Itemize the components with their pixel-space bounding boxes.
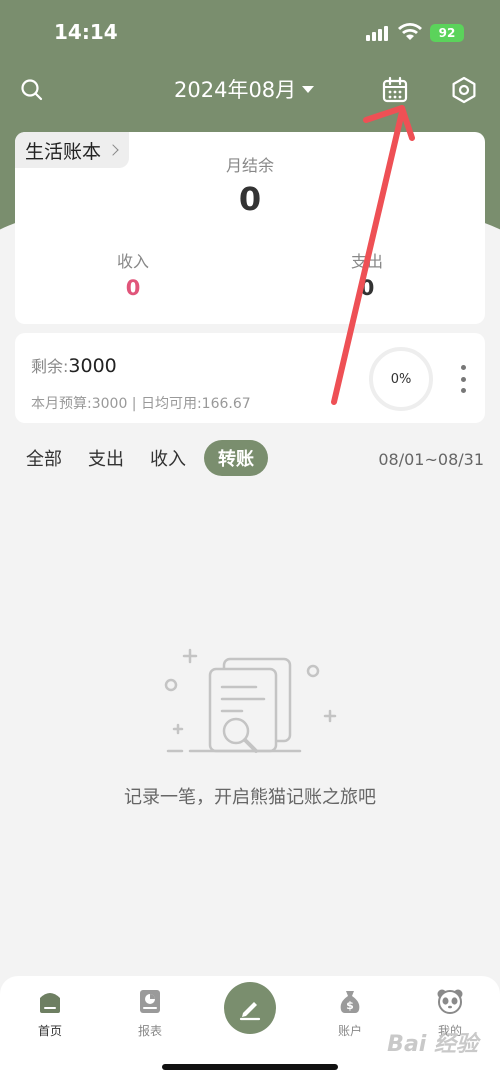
tab-transfer[interactable]: 转账 [204,440,268,476]
status-time: 14:14 [54,20,118,44]
budget-remaining: 剩余:3000 [31,353,117,377]
nav-home-label: 首页 [37,1024,62,1038]
expense-label: 支出 [350,252,383,271]
nav-reports-label: 报表 [137,1024,162,1038]
remain-value: 3000 [68,355,117,377]
income-label: 收入 [116,252,149,271]
nav-accounts[interactable]: $ 账户 [320,988,380,1039]
empty-document-icon [164,648,337,753]
summary-card: 生活账本 月结余 0 收入 0 支出 0 [15,132,485,324]
home-indicator [162,1064,338,1070]
income-value: 0 [125,276,141,300]
top-nav: 2024年08月 [0,68,500,112]
budget-progress-ring: 0% [369,347,433,411]
tab-income[interactable]: 收入 [142,441,194,475]
nav-home[interactable]: 首页 [20,988,80,1039]
money-bag-icon: $ [340,991,360,1013]
home-icon [40,993,60,1013]
tab-expense[interactable]: 支出 [80,441,132,475]
nav-reports[interactable]: 报表 [120,988,180,1039]
add-record-button[interactable] [224,982,276,1034]
empty-state-text: 记录一笔，开启熊猫记账之旅吧 [124,787,376,808]
watermark: Bai 经验 [387,1032,478,1057]
panda-icon [437,989,463,1014]
pencil-icon [239,1002,261,1021]
month-selector[interactable]: 2024年08月 [174,74,315,104]
expense-value: 0 [359,276,375,300]
status-bar: 14:14 92 [0,0,500,66]
budget-card[interactable]: 剩余:3000 本月预算:3000 | 日均可用:166.67 0% [15,333,485,423]
calendar-icon[interactable] [377,72,413,108]
wifi-icon [398,23,422,40]
cellular-signal-icon [366,26,388,41]
balance-value: 0 [238,180,262,218]
settings-icon[interactable] [446,72,482,108]
balance-label: 月结余 [225,156,274,175]
search-icon[interactable] [14,72,50,108]
tab-all[interactable]: 全部 [18,441,70,475]
remain-label: 剩余: [31,357,69,376]
month-label: 2024年08月 [174,78,297,102]
more-options-icon[interactable] [455,365,471,393]
caret-down-icon [302,85,315,93]
date-range[interactable]: 08/01~08/31 [378,450,484,469]
battery-icon: 92 [430,24,464,42]
report-icon [140,990,160,1013]
svg-text:$: $ [346,999,354,1012]
budget-progress-text: 0% [390,371,412,387]
budget-meta: 本月预算:3000 | 日均可用:166.67 [31,396,251,412]
nav-accounts-label: 账户 [337,1024,362,1038]
filter-tabs: 全部 支出 收入 转账 [18,440,268,476]
